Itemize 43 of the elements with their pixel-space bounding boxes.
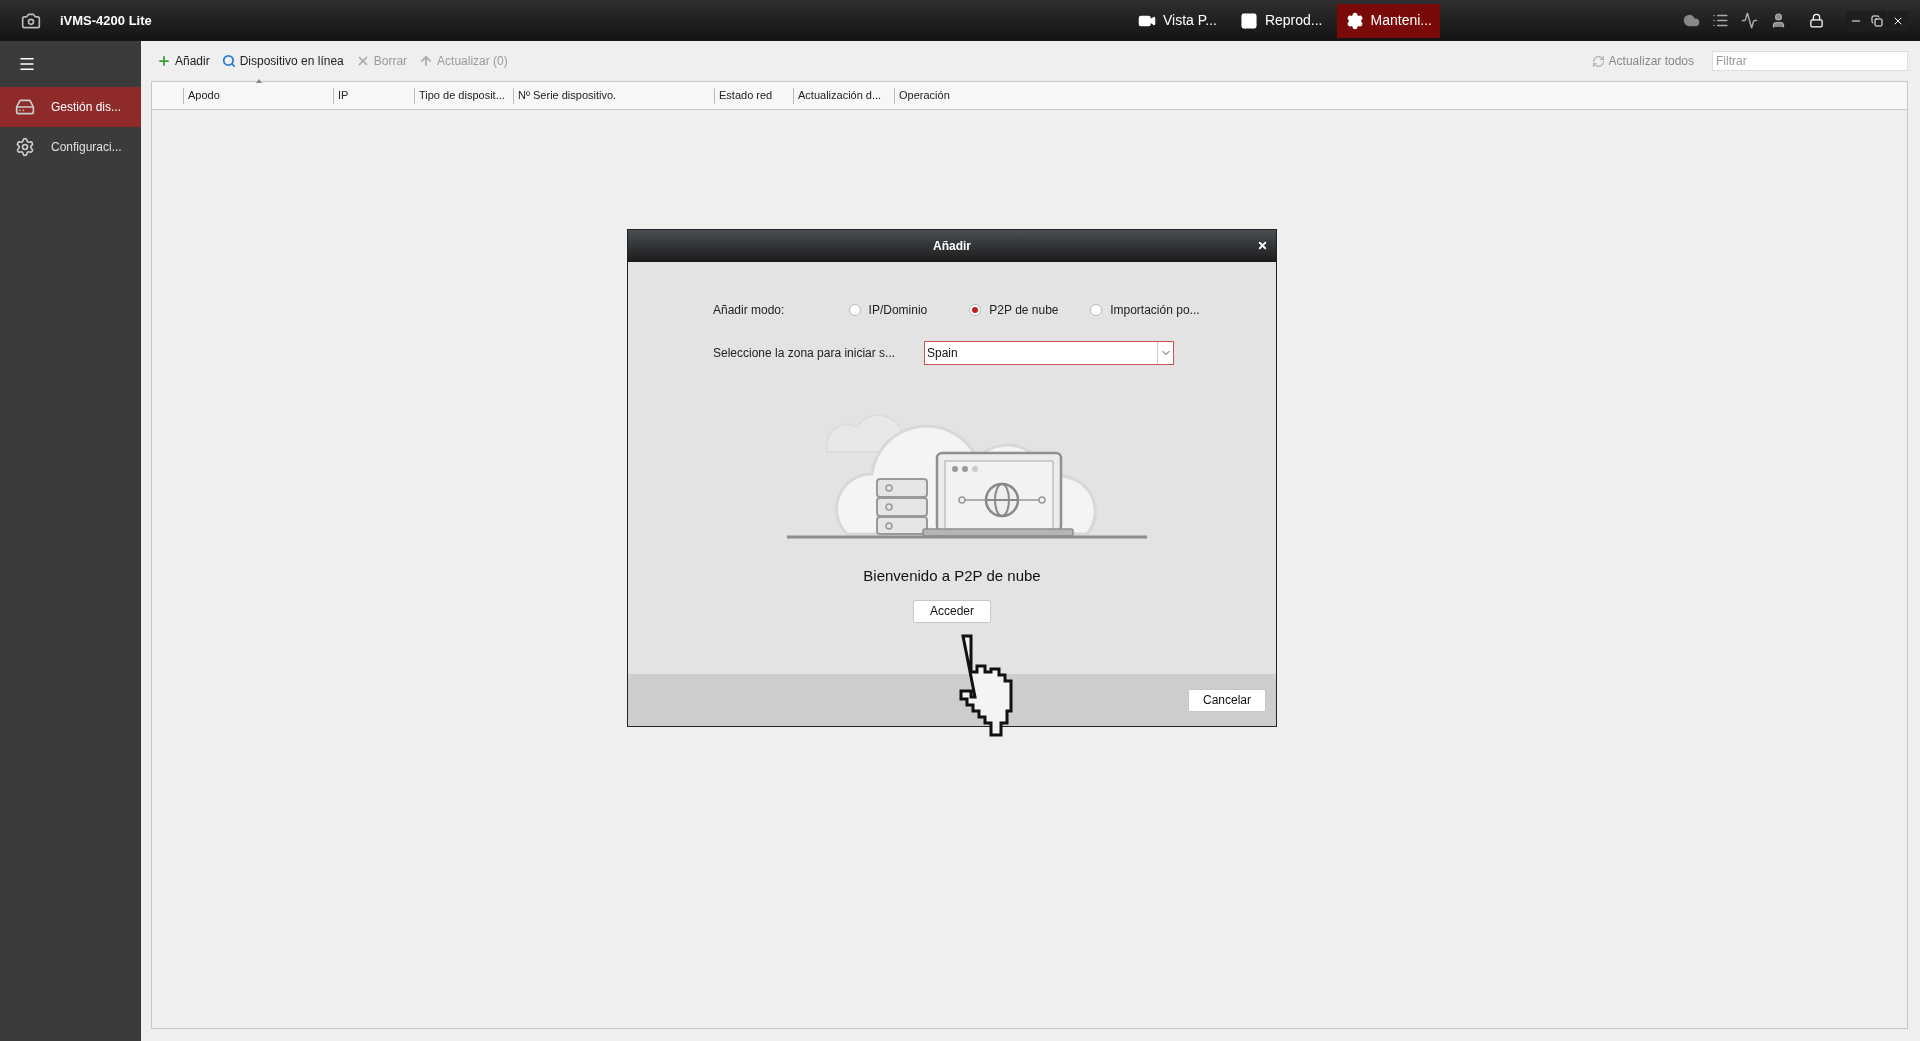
access-button[interactable]: Acceder	[913, 599, 991, 623]
column-header[interactable]: Apodo	[188, 87, 220, 104]
gear-icon	[15, 137, 35, 157]
cancel-button[interactable]: Cancelar	[1188, 688, 1266, 712]
sidebar-item[interactable]: Configuraci...	[0, 127, 141, 167]
close-icon[interactable]	[1257, 240, 1268, 251]
field-label: Añadir modo:	[713, 302, 786, 319]
column-header[interactable]: IP	[338, 87, 349, 104]
radio-button[interactable]	[848, 304, 861, 316]
drive-icon	[15, 97, 35, 117]
upload-icon	[419, 54, 434, 68]
radio-option[interactable]: Importación po...	[1090, 301, 1211, 319]
top-tab[interactable]: Manteni...	[1336, 3, 1440, 38]
radio-option[interactable]: P2P de nube	[969, 301, 1091, 319]
refresh-icon	[1591, 54, 1605, 68]
cloud-icon[interactable]	[1683, 12, 1700, 29]
radio-option[interactable]: IP/Dominio	[848, 301, 970, 319]
column-header[interactable]: Operación	[899, 87, 950, 104]
column-header[interactable]: Actualización d...	[798, 87, 882, 104]
top-tab[interactable]: Vista P...	[1128, 3, 1225, 38]
filter-field[interactable]: Filtrar	[1712, 51, 1908, 71]
toolbar-button[interactable]: Dispositivo en línea	[215, 52, 350, 70]
column-header[interactable]: Tipo de disposit...	[419, 87, 505, 104]
column-header[interactable]: Nº Serie dispositivo.	[518, 87, 617, 104]
pulse-icon[interactable]	[1741, 12, 1758, 29]
column-header[interactable]: Estado red	[719, 87, 773, 104]
menu-icon[interactable]	[18, 55, 36, 73]
user-icon[interactable]	[1770, 12, 1787, 29]
radio-button[interactable]	[1090, 304, 1103, 316]
list-icon[interactable]	[1712, 12, 1729, 29]
lock-icon[interactable]	[1809, 13, 1824, 28]
dialog-title: Añadir	[933, 238, 971, 255]
radio-button[interactable]	[969, 304, 982, 316]
plus-icon	[157, 54, 171, 68]
top-tab[interactable]: Reprod...	[1230, 3, 1331, 38]
sidebar-item[interactable]: Gestión dis...	[0, 87, 141, 127]
welcome-text: Bienvenido a P2P de nube	[863, 566, 1041, 586]
zone-dropdown[interactable]: Spain	[924, 341, 1174, 365]
search-icon	[221, 54, 236, 68]
sort-arrow-icon	[256, 78, 262, 83]
toolbar-button[interactable]: Añadir	[151, 52, 216, 70]
field-label: Seleccione la zona para iniciar s...	[713, 345, 897, 362]
window-title: iVMS-4200 Lite	[60, 11, 152, 30]
